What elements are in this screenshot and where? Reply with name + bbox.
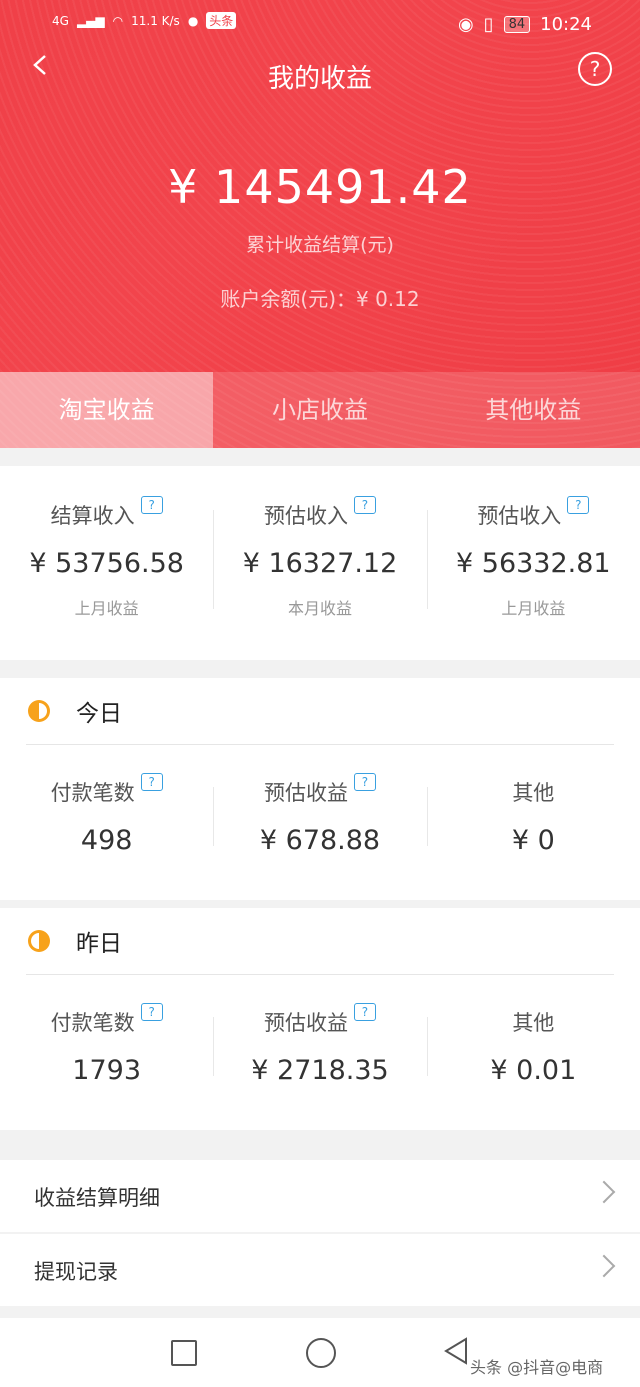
stat-label: 预估收入 bbox=[263, 504, 348, 528]
overview-estimated-month: 预估收入? ¥ 16327.12 本月收益 bbox=[213, 496, 426, 619]
help-icon[interactable]: ? bbox=[353, 1003, 376, 1021]
sun-icon bbox=[28, 930, 50, 952]
stat-label: 付款笔数 bbox=[50, 781, 135, 805]
withdraw-record-row[interactable]: 提现记录 bbox=[0, 1234, 640, 1306]
overview-settled: 结算收入? ¥ 53756.58 上月收益 bbox=[0, 496, 213, 619]
nav-bar: 我的收益 ? bbox=[0, 48, 640, 96]
qq-icon: ● bbox=[187, 13, 199, 28]
overview-estimated-last: 预估收入? ¥ 56332.81 上月收益 bbox=[426, 496, 640, 619]
stat-value: ¥ 0 bbox=[511, 825, 555, 856]
today-estimated: 预估收益? ¥ 678.88 bbox=[213, 773, 426, 856]
chevron-right-icon bbox=[592, 1180, 616, 1204]
chevron-right-icon bbox=[592, 1254, 616, 1278]
stat-sub: 上月收益 bbox=[74, 599, 139, 618]
home-icon[interactable] bbox=[306, 1338, 336, 1368]
earnings-tabs: 淘宝收益 小店收益 其他收益 bbox=[0, 372, 640, 448]
network-indicator: 4G bbox=[52, 13, 69, 28]
header-banner: 4G ▂▄▆ ◠ 11.1 K/s ● 头条 ◉ ▯ 84 10:24 我的收益… bbox=[0, 0, 640, 448]
question-circle-icon[interactable]: ? bbox=[578, 52, 612, 86]
section-title: 今日 bbox=[76, 701, 122, 727]
account-balance: 账户余额(元)：¥ 0.12 bbox=[220, 287, 420, 311]
section-header: 今日 bbox=[26, 678, 614, 745]
settlement-detail-row[interactable]: 收益结算明细 bbox=[0, 1160, 640, 1232]
stat-value: 498 bbox=[80, 825, 133, 856]
stat-label: 结算收入 bbox=[50, 504, 135, 528]
stat-sub: 上月收益 bbox=[501, 599, 566, 618]
total-earnings: ¥ 145491.42 bbox=[168, 160, 472, 214]
row-label: 收益结算明细 bbox=[34, 1186, 160, 1210]
stat-label: 预估收入 bbox=[477, 504, 562, 528]
stat-label: 预估收益 bbox=[263, 781, 348, 805]
sun-icon bbox=[28, 700, 50, 722]
today-card: 今日 付款笔数? 498 预估收益? ¥ 678.88 其他 ¥ 0 bbox=[0, 678, 640, 900]
overview-card: 结算收入? ¥ 53756.58 上月收益 预估收入? ¥ 16327.12 本… bbox=[0, 466, 640, 660]
help-icon[interactable]: ? bbox=[140, 1003, 163, 1021]
stat-label: 付款笔数 bbox=[50, 1011, 135, 1035]
battery-indicator: 84 bbox=[503, 16, 531, 33]
back-triangle-icon[interactable] bbox=[442, 1336, 470, 1366]
total-earnings-label: 累计收益结算(元) bbox=[246, 234, 394, 256]
section-title: 昨日 bbox=[76, 931, 122, 957]
tab-other[interactable]: 其他收益 bbox=[427, 372, 640, 448]
watermark: 头条 @抖音@电商 bbox=[470, 1358, 604, 1377]
app-badge: 头条 bbox=[206, 12, 237, 29]
stat-label: 其他 bbox=[512, 1011, 555, 1035]
recent-apps-icon[interactable] bbox=[171, 1340, 197, 1366]
stat-value: ¥ 56332.81 bbox=[456, 548, 611, 579]
wifi-icon: ◠ bbox=[112, 13, 124, 28]
help-icon[interactable]: ? bbox=[567, 496, 590, 514]
stat-value: ¥ 678.88 bbox=[259, 825, 381, 856]
today-orders: 付款笔数? 498 bbox=[0, 773, 213, 856]
clock: 10:24 bbox=[540, 14, 592, 35]
vibrate-icon: ▯ bbox=[483, 14, 494, 35]
section-header: 昨日 bbox=[26, 908, 614, 975]
help-icon[interactable]: ? bbox=[140, 773, 163, 791]
yesterday-other: 其他 ¥ 0.01 bbox=[426, 1007, 640, 1086]
signal-icon: ▂▄▆ bbox=[76, 13, 105, 28]
stat-label: 其他 bbox=[512, 781, 555, 805]
speed-text: 11.1 K/s bbox=[131, 13, 180, 28]
stat-label: 预估收益 bbox=[263, 1011, 348, 1035]
stat-value: ¥ 16327.12 bbox=[242, 548, 398, 579]
page-title: 我的收益 bbox=[267, 64, 372, 94]
stat-value: 1793 bbox=[72, 1055, 142, 1086]
help-icon[interactable]: ? bbox=[353, 496, 376, 514]
status-bar: 4G ▂▄▆ ◠ 11.1 K/s ● 头条 ◉ ▯ 84 10:24 bbox=[0, 0, 640, 50]
stat-value: ¥ 53756.58 bbox=[29, 548, 184, 579]
yesterday-orders: 付款笔数? 1793 bbox=[0, 1003, 213, 1086]
today-other: 其他 ¥ 0 bbox=[426, 777, 640, 856]
stat-value: ¥ 2718.35 bbox=[251, 1055, 389, 1086]
stat-sub: 本月收益 bbox=[287, 599, 352, 618]
row-label: 提现记录 bbox=[34, 1260, 118, 1284]
tab-taobao[interactable]: 淘宝收益 bbox=[0, 372, 214, 448]
yesterday-card: 昨日 付款笔数? 1793 预估收益? ¥ 2718.35 其他 ¥ 0.01 bbox=[0, 908, 640, 1130]
yesterday-estimated: 预估收益? ¥ 2718.35 bbox=[213, 1003, 426, 1086]
tab-shop[interactable]: 小店收益 bbox=[213, 372, 426, 448]
stat-value: ¥ 0.01 bbox=[490, 1055, 577, 1086]
help-icon[interactable]: ? bbox=[140, 496, 163, 514]
help-icon[interactable]: ? bbox=[353, 773, 376, 791]
eye-icon: ◉ bbox=[457, 14, 474, 35]
